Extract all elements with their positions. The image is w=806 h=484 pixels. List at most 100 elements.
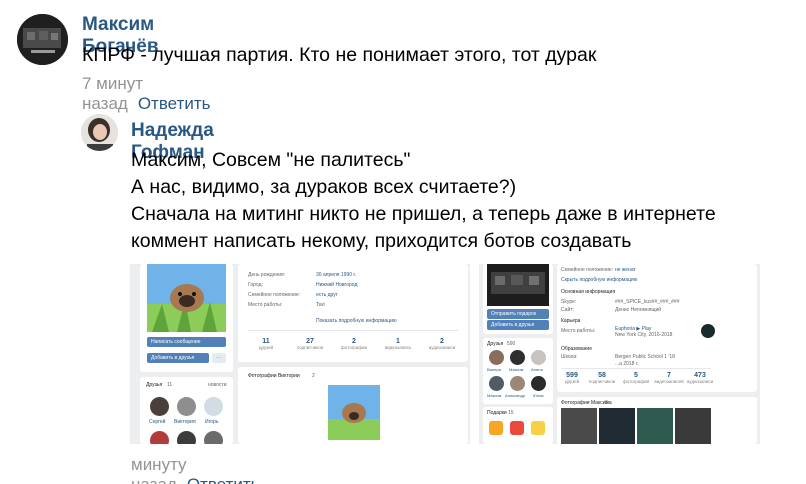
counter-value: 27 (306, 338, 314, 345)
avatar-image (17, 14, 68, 65)
friend-avatar[interactable] (531, 350, 546, 365)
counter-friends[interactable]: 599 друзей (557, 372, 587, 384)
counter-label: друзей (258, 345, 274, 350)
info-value: New York City, 2016-2018 (615, 332, 673, 338)
reply-link[interactable]: Ответить (138, 94, 211, 113)
attachment-screenshot-2[interactable]: Отправить подарок Добавить в друзья Друз… (479, 264, 760, 444)
info-value[interactable]: 30 апреля 1990 г. (316, 272, 356, 278)
photo-thumbnail[interactable] (599, 408, 635, 444)
comment-time[interactable]: 7 минут назад (82, 74, 143, 113)
info-value[interactable]: Нижний Новгород (316, 282, 357, 288)
comment-text: КПРФ - лучшая партия. Кто не понимает эт… (82, 44, 597, 66)
profile-photo (487, 264, 549, 306)
friends-news[interactable]: новости (208, 382, 227, 388)
comment-line-3: Сначала на митинг никто не пришел, а теп… (131, 203, 716, 225)
photo-thumbnail[interactable] (675, 408, 711, 444)
send-gift-button[interactable]: Отправить подарок (487, 309, 549, 319)
friend-avatar[interactable] (510, 376, 525, 391)
counter-audio[interactable]: 2 аудиозаписи (422, 338, 462, 350)
counter-label: фотографий (623, 379, 649, 384)
write-message-button[interactable]: Написать сообщение (147, 337, 226, 347)
counter-label: видеозаписей (654, 379, 684, 384)
counter-value: 5 (634, 372, 638, 379)
counter-followers[interactable]: 58 подписчиков (587, 372, 617, 384)
attachment-screenshot-1[interactable]: Написать сообщение Добавить в друзья ···… (130, 264, 470, 444)
friend-avatar[interactable] (150, 397, 169, 416)
counter-followers[interactable]: 27 подписчиков (290, 338, 330, 350)
company-logo-icon[interactable] (701, 324, 715, 338)
friend-name[interactable]: Максим (487, 393, 501, 398)
friend-name[interactable]: Игорь (205, 419, 218, 425)
friend-name[interactable]: Максим (509, 367, 523, 372)
photo-thumbnail[interactable] (328, 385, 380, 440)
photo-thumbnail[interactable] (561, 408, 597, 444)
friends-count: 11 (167, 382, 173, 388)
friend-name[interactable]: Сергей (149, 419, 165, 425)
friend-name[interactable]: Валера (487, 367, 501, 372)
gifts-panel: Подарки 15 (483, 407, 553, 444)
friend-avatar[interactable] (177, 431, 196, 444)
hide-details-link[interactable]: Скрыть подробную информацию (561, 277, 637, 283)
counter-videos[interactable]: 1 видеозапись (378, 338, 418, 350)
dog-photo (147, 264, 226, 332)
counter-photos[interactable]: 2 фотографии (334, 338, 374, 350)
counter-audio[interactable]: 473 аудиозаписи (685, 372, 715, 384)
info-value: Bergen Public School 1 '18 (615, 354, 675, 360)
profile-photo-panel: Написать сообщение Добавить в друзья ··· (140, 264, 233, 372)
info-label: День рождения: (248, 272, 286, 278)
info-value[interactable]: есть друг (316, 292, 338, 298)
more-button[interactable]: ··· (212, 353, 226, 363)
counter-value: 473 (694, 372, 706, 379)
section-title: Карьера (561, 318, 581, 324)
attached-images[interactable]: Написать сообщение Добавить в друзья ···… (130, 264, 760, 444)
counter-value: 2 (352, 338, 356, 345)
counter-value: 2 (440, 338, 444, 345)
info-value[interactable]: Tsvi (316, 302, 325, 308)
section-title: Образование (561, 346, 592, 352)
gifts-title: Подарки (487, 410, 507, 416)
counter-friends[interactable]: 11 друзей (246, 338, 286, 350)
avatar-image (81, 114, 118, 151)
info-label: Город: (248, 282, 263, 288)
counter-photos[interactable]: 5 фотографий (621, 372, 651, 384)
friend-avatar[interactable] (204, 431, 223, 444)
comment-line-1: Максим, Совсем "не палитесь" (131, 149, 411, 171)
add-friend-button[interactable]: Добавить в друзья (487, 320, 549, 330)
counter-value: 1 (396, 338, 400, 345)
gift-icon[interactable] (489, 421, 503, 435)
friend-name[interactable]: Алина (531, 367, 543, 372)
info-label: Семейное положение: (561, 267, 614, 273)
friend-name[interactable]: Александр (505, 393, 525, 398)
counter-videos[interactable]: 7 видеозаписей (653, 372, 685, 384)
avatar-maxim[interactable] (17, 14, 68, 65)
counter-label: подписчиков (296, 345, 324, 350)
counter-label: фотографии (341, 345, 367, 350)
divider (561, 368, 711, 369)
friend-avatar[interactable] (510, 350, 525, 365)
avatar-nadezhda[interactable] (81, 114, 118, 151)
reply-link[interactable]: Ответить (187, 475, 260, 484)
section-title: Основная информация (561, 289, 616, 295)
photos-panel: Фотографии Виктории 2 (238, 367, 468, 444)
friend-avatar[interactable] (204, 397, 223, 416)
friend-name[interactable]: Виктория (174, 419, 196, 425)
comment-line-2: А нас, видимо, за дураков всех считаете?… (131, 176, 517, 198)
show-more-info-link[interactable]: Показать подробную информацию (316, 318, 397, 324)
photo-thumbnail[interactable] (637, 408, 673, 444)
friend-avatar[interactable] (531, 376, 546, 391)
friend-avatar[interactable] (489, 350, 504, 365)
gift-icon[interactable] (531, 421, 545, 435)
info-label: Сайт: (561, 307, 574, 313)
divider (248, 330, 458, 331)
friend-avatar[interactable] (150, 431, 169, 444)
friend-avatar[interactable] (177, 397, 196, 416)
info-value[interactable]: не женат (615, 267, 636, 273)
friend-name[interactable]: Юлия (533, 393, 544, 398)
counter-label: подписчиков (588, 379, 616, 384)
gift-icon[interactable] (510, 421, 524, 435)
friend-avatar[interactable] (489, 376, 504, 391)
add-friend-button[interactable]: Добавить в друзья (147, 353, 209, 363)
comment-time[interactable]: минуту назад (131, 455, 187, 484)
friends-title: Друзья (487, 341, 504, 347)
counter-value: 599 (566, 372, 578, 379)
